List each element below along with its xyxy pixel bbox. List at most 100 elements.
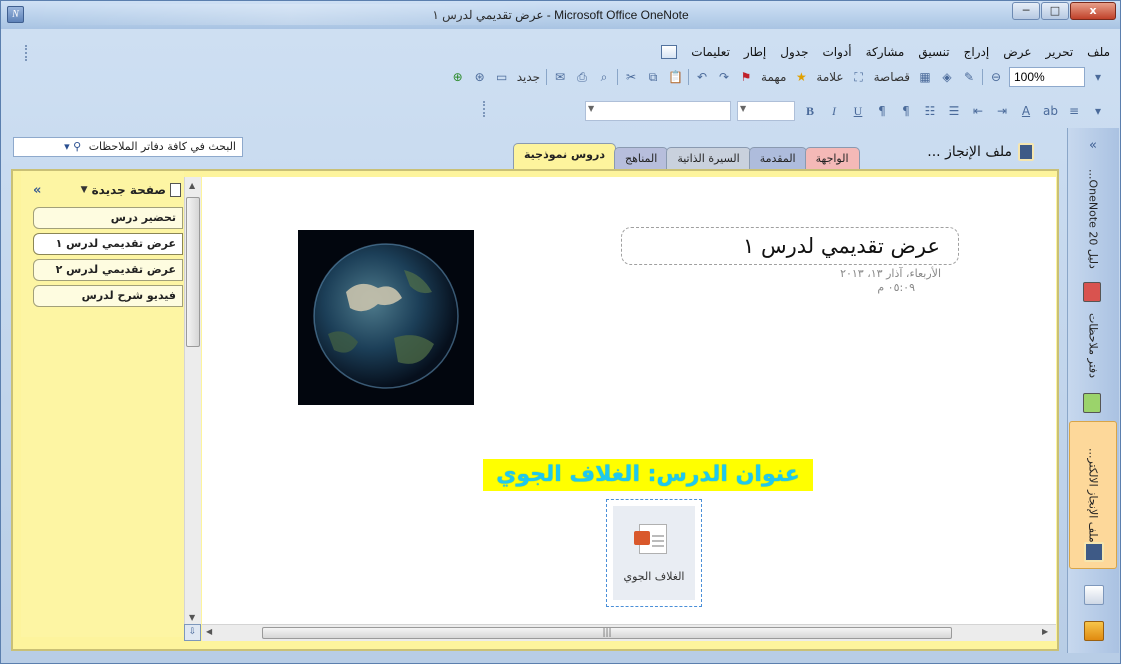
- collapse-page-tabs-icon[interactable]: «: [33, 183, 41, 198]
- scroll-left-icon[interactable]: ◀: [206, 627, 212, 636]
- notebook-green-icon[interactable]: [1083, 393, 1101, 413]
- collapse-navigation-icon[interactable]: «: [1070, 138, 1116, 158]
- menu-table[interactable]: جدول: [780, 45, 808, 59]
- search-all-notebooks[interactable]: البحث في كافة دفاتر الملاحظات ⚲ ▾: [13, 137, 243, 157]
- tab-sample-lessons[interactable]: دروس نموذجية: [513, 143, 616, 169]
- font-color-icon[interactable]: A: [1017, 102, 1035, 120]
- menu-format[interactable]: تنسيق: [918, 45, 949, 59]
- onenote-app-icon[interactable]: N: [7, 6, 24, 23]
- menu-share[interactable]: مشاركة: [866, 45, 905, 59]
- window-controls: ─ □ x: [1012, 2, 1116, 20]
- maximize-button[interactable]: □: [1041, 2, 1069, 20]
- email-icon[interactable]: ✉: [551, 68, 569, 86]
- new-page-icon: [170, 183, 181, 197]
- menu-tools[interactable]: أدوات: [823, 45, 852, 59]
- italic-button[interactable]: I: [825, 102, 843, 120]
- font-size-combo[interactable]: [737, 101, 795, 121]
- vertical-scrollbar[interactable]: ▲ ▼: [184, 177, 201, 629]
- scroll-right-icon[interactable]: ▶: [1042, 627, 1048, 636]
- toolbar-options-icon[interactable]: ▾: [1089, 102, 1107, 120]
- tag-button[interactable]: علامة: [814, 68, 845, 86]
- highlight-color-icon[interactable]: ab: [1041, 102, 1059, 120]
- copy-icon[interactable]: ⧉: [644, 68, 662, 86]
- forward-icon[interactable]: ⊛: [471, 68, 489, 86]
- bullets-icon[interactable]: ≡: [1065, 102, 1083, 120]
- new-button[interactable]: جديد: [515, 68, 542, 86]
- scrollbar-thumb[interactable]: [186, 197, 200, 347]
- new-page-label: صفحة جديدة: [91, 183, 166, 197]
- earth-image[interactable]: [298, 230, 474, 405]
- flag-icon[interactable]: ⚑: [737, 68, 755, 86]
- formatting-toolbar: ▾ ≡ ab A ⇥ ⇤ ☰ ☷ ¶ ¶ U I B: [479, 99, 1113, 123]
- bold-button[interactable]: B: [801, 102, 819, 120]
- zoom-out-icon[interactable]: ⊖: [987, 68, 1005, 86]
- page-list-toggle-icon[interactable]: ⇩: [184, 624, 201, 641]
- menu-file[interactable]: ملف: [1087, 45, 1110, 59]
- attachment-tile[interactable]: الغلاف الجوي: [613, 506, 695, 600]
- page-tab-video[interactable]: فيديو شرح لدرس: [33, 285, 183, 307]
- highlighter-icon[interactable]: ◈: [938, 68, 956, 86]
- attachment-container[interactable]: الغلاف الجوي: [606, 499, 702, 607]
- portfolio-notebook-icon: [1084, 542, 1104, 562]
- tab-curricula[interactable]: المناهج: [613, 147, 669, 169]
- lesson-heading[interactable]: عنوان الدرس: الغلاف الجوي: [483, 459, 813, 491]
- page-tab-presentation-2[interactable]: عرض تقديمي لدرس ٢: [33, 259, 183, 281]
- nav-notebook-guide[interactable]: دليل OneNote 20...: [1069, 163, 1117, 275]
- onenote-window: N Microsoft Office OneNote - عرض تقديمي …: [0, 0, 1121, 664]
- page-tab-lesson-prep[interactable]: تحضير درس: [33, 207, 183, 229]
- print-preview-icon[interactable]: ⌕: [595, 68, 613, 86]
- new-page-icon[interactable]: ▭: [493, 68, 511, 86]
- minimize-button[interactable]: ─: [1012, 2, 1040, 20]
- tab-front[interactable]: الواجهة: [804, 147, 860, 169]
- unfiled-notes-icon[interactable]: [1084, 585, 1104, 605]
- tab-introduction[interactable]: المقدمة: [748, 147, 807, 169]
- chevron-down-icon[interactable]: ▼: [81, 185, 88, 195]
- toolbar-options-icon[interactable]: ▾: [1089, 68, 1107, 86]
- page-title[interactable]: عرض تقديمي لدرس ١: [621, 227, 959, 265]
- numbering-icon[interactable]: ☰: [945, 102, 963, 120]
- undo-icon[interactable]: ↶: [693, 68, 711, 86]
- close-button[interactable]: x: [1070, 2, 1116, 20]
- scrollbar-thumb[interactable]: |||: [262, 627, 952, 639]
- all-notebooks-icon[interactable]: [1084, 621, 1104, 641]
- font-name-combo[interactable]: [585, 101, 731, 121]
- scroll-up-icon[interactable]: ▲: [189, 181, 195, 190]
- zoom-combo[interactable]: 100%: [1009, 67, 1085, 87]
- menu-window[interactable]: إطار: [744, 45, 766, 59]
- notebook-title[interactable]: ملف الإنجاز ...: [927, 144, 1012, 160]
- screen-clipping-button[interactable]: قصاصة: [872, 68, 912, 86]
- menu-help[interactable]: تعليمات: [691, 45, 730, 59]
- horizontal-scrollbar[interactable]: ◀ ||| ▶: [202, 624, 1056, 641]
- menu-insert[interactable]: إدراج: [964, 45, 990, 59]
- menu-edit[interactable]: تحرير: [1046, 45, 1074, 59]
- nav-notebook[interactable]: دفتر ملاحظات: [1069, 306, 1117, 386]
- menu-view[interactable]: عرض: [1003, 45, 1031, 59]
- back-icon[interactable]: ⊕: [449, 68, 467, 86]
- pen-icon[interactable]: ✎: [960, 68, 978, 86]
- cut-icon[interactable]: ✂: [622, 68, 640, 86]
- star-icon[interactable]: ★: [792, 68, 810, 86]
- table-icon[interactable]: ▦: [916, 68, 934, 86]
- screen-clipping-icon[interactable]: ⛶: [850, 68, 868, 86]
- toolbar-separator: [982, 69, 983, 85]
- underline-button[interactable]: U: [849, 102, 867, 120]
- help-icon[interactable]: [661, 45, 678, 59]
- increase-indent-icon[interactable]: ⇥: [993, 102, 1011, 120]
- decrease-indent-icon[interactable]: ⇤: [969, 102, 987, 120]
- rtl-paragraph-icon[interactable]: ¶: [897, 102, 915, 120]
- task-button[interactable]: مهمة: [759, 68, 788, 86]
- search-icon[interactable]: ⚲ ▾: [64, 140, 81, 153]
- scroll-down-icon[interactable]: ▼: [189, 613, 195, 622]
- redo-icon[interactable]: ↷: [715, 68, 733, 86]
- paste-icon[interactable]: 📋: [666, 68, 684, 86]
- print-icon[interactable]: ⎙: [573, 68, 591, 86]
- notebook-red-icon[interactable]: [1083, 282, 1101, 302]
- toolbar-grip[interactable]: [483, 101, 487, 117]
- new-page-button[interactable]: صفحة جديدة ▼ «: [33, 181, 181, 199]
- ltr-paragraph-icon[interactable]: ¶: [873, 102, 891, 120]
- list-icon[interactable]: ☷: [921, 102, 939, 120]
- page-tab-presentation-1[interactable]: عرض تقديمي لدرس ١: [33, 233, 183, 255]
- notebook-icon: [1018, 143, 1034, 161]
- nav-notebook-label: دفتر ملاحظات: [1086, 313, 1100, 379]
- tab-cv[interactable]: السيرة الذاتية: [666, 147, 751, 169]
